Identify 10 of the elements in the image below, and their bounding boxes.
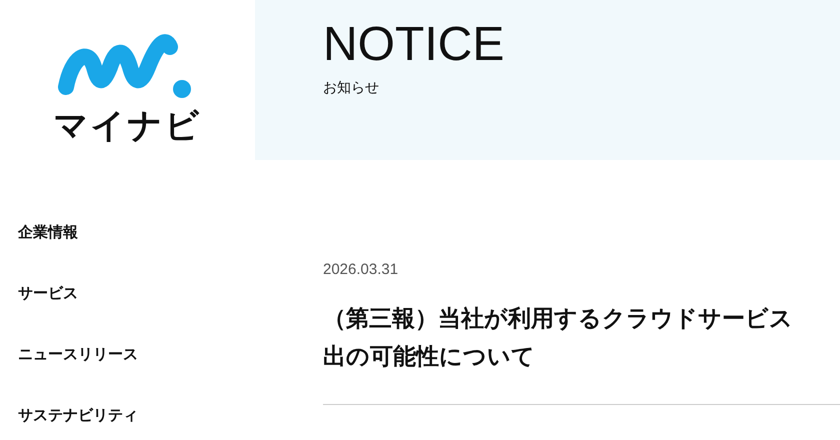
logo-text: マイナビ	[54, 109, 202, 143]
page-title: NOTICE	[323, 17, 504, 73]
article-date: 2026.03.31	[323, 260, 398, 280]
nav-link[interactable]: サービス	[18, 283, 78, 304]
nav-link[interactable]: サステナビリティ	[18, 405, 138, 426]
page-subtitle: お知らせ	[323, 79, 379, 98]
article-title-line: 出の可能性について	[323, 343, 536, 372]
nav-link[interactable]: ニュースリリース	[18, 344, 138, 365]
nav-link[interactable]: 企業情報	[18, 222, 78, 243]
article-title-line: （第三報）当社が利用するクラウドサービス	[323, 305, 794, 334]
